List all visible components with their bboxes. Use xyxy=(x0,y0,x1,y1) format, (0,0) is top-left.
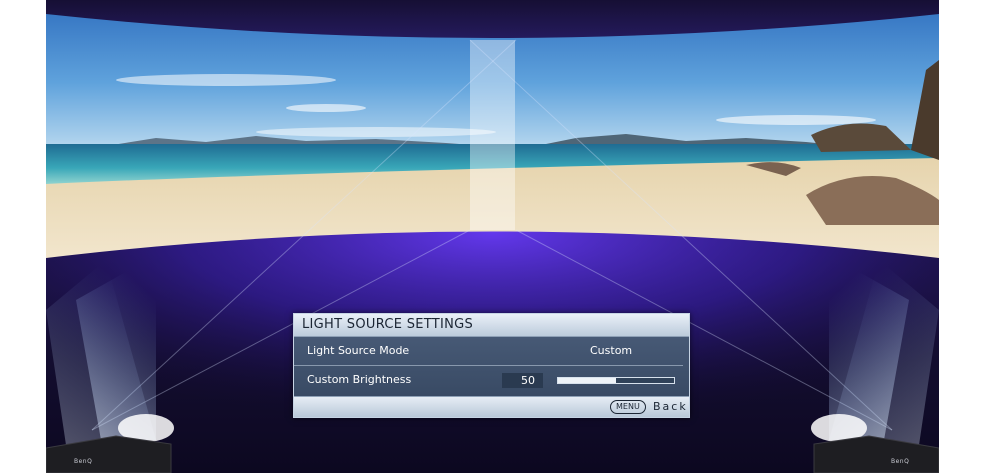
panel-title: LIGHT SOURCE SETTINGS xyxy=(294,314,689,337)
light-source-mode-label: Light Source Mode xyxy=(307,344,410,357)
menu-button[interactable]: MENU xyxy=(610,400,646,414)
custom-brightness-row[interactable]: Custom Brightness 50 xyxy=(294,366,689,394)
custom-brightness-label: Custom Brightness xyxy=(307,373,412,386)
light-source-mode-row[interactable]: Light Source Mode Custom xyxy=(294,337,683,366)
back-label[interactable]: Back xyxy=(653,398,688,415)
projector-right-brand: BenQ xyxy=(891,458,910,465)
custom-brightness-value: 50 xyxy=(502,373,543,388)
projector-left-brand: BenQ xyxy=(74,458,93,465)
brightness-slider[interactable] xyxy=(557,377,675,384)
panel-footer: MENU Back xyxy=(294,396,689,417)
light-source-settings-panel: LIGHT SOURCE SETTINGS Light Source Mode … xyxy=(293,313,690,418)
brightness-slider-fill xyxy=(558,378,616,383)
light-source-mode-value[interactable]: Custom xyxy=(590,337,632,365)
projector-scene: BenQ BenQ LIGHT SOURCE SETTINGS Light So… xyxy=(46,0,939,473)
